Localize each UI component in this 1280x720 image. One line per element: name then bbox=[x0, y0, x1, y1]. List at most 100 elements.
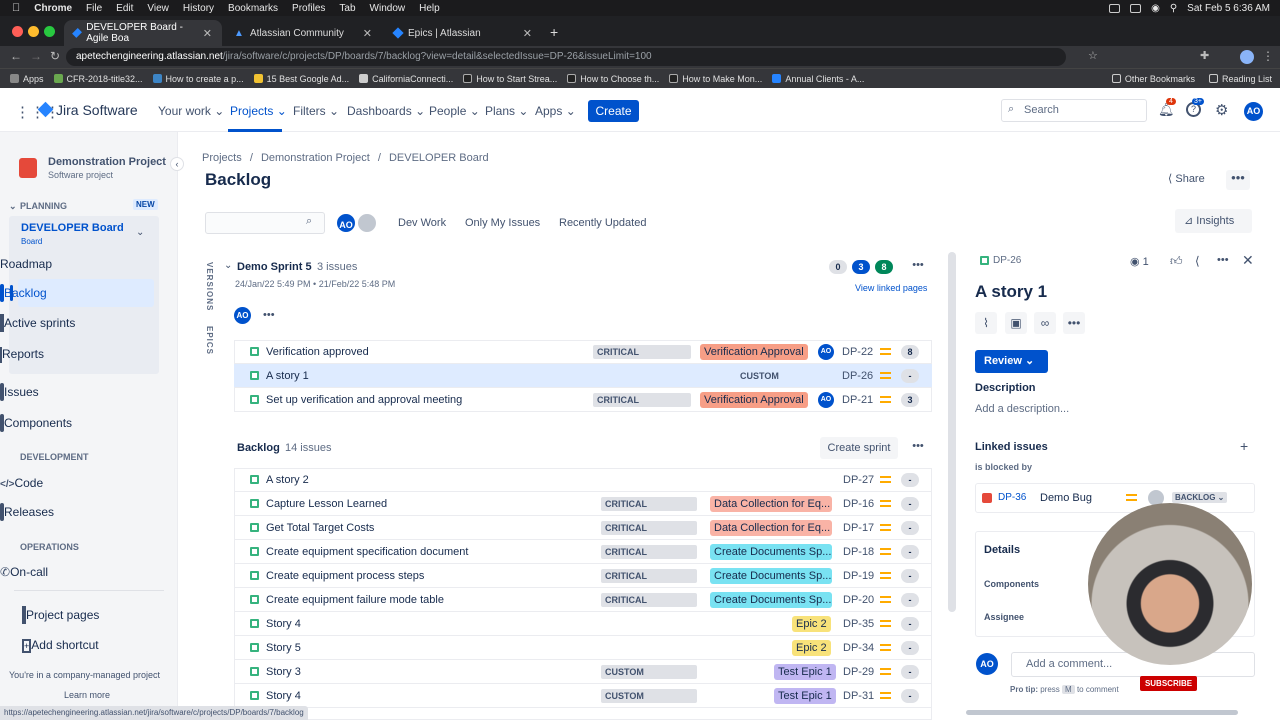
issue-key[interactable]: DP-21 bbox=[842, 394, 873, 406]
project-name[interactable]: Demonstration Project bbox=[48, 156, 166, 168]
issue-epic[interactable]: Test Epic 1 bbox=[774, 688, 836, 704]
nav-people[interactable]: People ⌄ bbox=[429, 104, 480, 118]
issue-title[interactable]: A story 1 bbox=[266, 370, 309, 382]
backlog-issue-row[interactable]: Story 5 Epic 2 DP-34 - bbox=[234, 636, 932, 660]
board-name[interactable]: DEVELOPER Board bbox=[21, 222, 124, 234]
issue-estimate[interactable]: - bbox=[901, 665, 919, 679]
detail-issue-key[interactable]: DP-26 bbox=[993, 255, 1021, 266]
issue-epic[interactable]: Verification Approval bbox=[700, 392, 808, 408]
sprint-issue-row-selected[interactable]: A story 1 CUSTOM SCHOLAR... DP-26 - bbox=[234, 364, 932, 388]
issue-key[interactable]: DP-31 bbox=[843, 690, 874, 702]
sidebar-item-code[interactable]: </>Code bbox=[0, 476, 43, 491]
close-panel-icon[interactable]: ✕ bbox=[1242, 252, 1254, 269]
back-icon[interactable]: ← bbox=[10, 49, 22, 63]
issue-epic[interactable]: Epic 2 bbox=[792, 616, 831, 632]
app-switcher-icon[interactable]: ⋮⋮⋮ bbox=[15, 103, 60, 121]
backlog-issue-row[interactable]: Story 4 Epic 2 DP-35 - bbox=[234, 612, 932, 636]
backlog-issue-row[interactable]: Create equipment process steps CRITICAL F… bbox=[234, 564, 932, 588]
bookmark-item[interactable]: How to create a p... bbox=[152, 74, 244, 84]
status-icon[interactable] bbox=[1130, 3, 1142, 13]
subscribe-button[interactable]: SUBSCRIBE bbox=[1140, 676, 1197, 691]
issue-epic[interactable]: Data Collection for Eq... bbox=[710, 520, 832, 536]
bookmark-apps[interactable]: Apps bbox=[10, 74, 44, 84]
bookmark-item[interactable]: How to Make Mon... bbox=[669, 74, 762, 84]
nav-filters[interactable]: Filters ⌄ bbox=[293, 104, 339, 118]
menu-edit[interactable]: Edit bbox=[116, 3, 133, 14]
status-dropdown[interactable]: Review ⌄ bbox=[975, 350, 1048, 373]
forward-icon[interactable]: → bbox=[30, 49, 42, 63]
backlog-issue-row[interactable]: Capture Lesson Learned CRITICAL FUNCTIO..… bbox=[234, 492, 932, 516]
issue-estimate[interactable]: - bbox=[901, 641, 919, 655]
issue-estimate[interactable]: - bbox=[901, 473, 919, 487]
linked-issue-title[interactable]: Demo Bug bbox=[1040, 492, 1092, 504]
breadcrumb-projects[interactable]: Projects bbox=[202, 152, 242, 164]
planning-chevron-icon[interactable]: ⌄ bbox=[9, 201, 17, 212]
issue-title[interactable]: Capture Lesson Learned bbox=[266, 498, 387, 510]
filter-recently-updated[interactable]: Recently Updated bbox=[553, 213, 652, 233]
issue-key[interactable]: DP-19 bbox=[843, 570, 874, 582]
horizontal-scrollbar[interactable] bbox=[966, 710, 1238, 715]
issue-title[interactable]: A story 2 bbox=[266, 474, 309, 486]
browser-tab-active[interactable]: DEVELOPER Board - Agile Boa ✕ bbox=[64, 20, 222, 46]
menu-file[interactable]: File bbox=[86, 3, 102, 14]
other-bookmarks[interactable]: Other Bookmarks bbox=[1111, 74, 1195, 84]
filter-only-my-issues[interactable]: Only My Issues bbox=[459, 213, 546, 233]
close-window-icon[interactable] bbox=[12, 26, 23, 37]
search-icon[interactable]: ⚲ bbox=[1170, 3, 1177, 14]
menu-history[interactable]: History bbox=[183, 3, 214, 14]
close-tab-icon[interactable]: ✕ bbox=[203, 27, 212, 40]
child-issue-icon[interactable]: ▣ bbox=[1005, 312, 1027, 334]
menu-bookmarks[interactable]: Bookmarks bbox=[228, 3, 278, 14]
minimize-window-icon[interactable] bbox=[28, 26, 39, 37]
issue-epic[interactable]: Create Documents Sp... bbox=[710, 568, 832, 584]
sidebar-item-project-pages[interactable]: Project pages bbox=[22, 606, 99, 624]
issue-epic[interactable]: Data Collection for Eq... bbox=[710, 496, 832, 512]
backlog-issue-row[interactable]: Create equipment failure mode table CRITI… bbox=[234, 588, 932, 612]
wifi-icon[interactable]: ◉ bbox=[1151, 3, 1160, 14]
sidebar-item-issues[interactable]: Issues bbox=[0, 383, 39, 401]
sprint-assignee-avatar[interactable]: AO bbox=[234, 307, 251, 324]
issue-estimate[interactable]: - bbox=[901, 497, 919, 511]
menu-view[interactable]: View bbox=[147, 3, 169, 14]
backlog-issue-row[interactable]: Get Total Target Costs CRITICAL FUNCTIO..… bbox=[234, 516, 932, 540]
description-input[interactable]: Add a description... bbox=[975, 403, 1069, 415]
bookmark-item[interactable]: How to Start Strea... bbox=[463, 74, 557, 84]
chevron-down-icon[interactable]: ⌄ bbox=[224, 260, 232, 271]
filter-dev-work[interactable]: Dev Work bbox=[392, 213, 452, 233]
issue-title[interactable]: Story 3 bbox=[266, 666, 301, 678]
menu-tab[interactable]: Tab bbox=[339, 3, 355, 14]
issue-key[interactable]: DP-16 bbox=[843, 498, 874, 510]
detail-title[interactable]: A story 1 bbox=[975, 282, 1047, 302]
sidebar-item-releases[interactable]: Releases bbox=[0, 503, 54, 521]
issue-estimate[interactable]: - bbox=[901, 569, 919, 583]
issue-title[interactable]: Create equipment failure mode table bbox=[266, 594, 444, 606]
linked-issue-status[interactable]: BACKLOG ⌄ bbox=[1172, 492, 1228, 503]
issue-title[interactable]: Story 4 bbox=[266, 690, 301, 702]
add-link-icon[interactable]: + bbox=[1240, 438, 1248, 454]
issue-key[interactable]: DP-26 bbox=[842, 370, 873, 382]
bookmark-item[interactable]: Annual Clients - A... bbox=[772, 74, 864, 84]
browser-tab[interactable]: Epics | Atlassian ✕ bbox=[384, 20, 542, 46]
backlog-more-icon[interactable]: ••• bbox=[905, 437, 931, 457]
linked-issue-card[interactable]: DP-36 Demo Bug BACKLOG ⌄ bbox=[975, 483, 1255, 513]
new-tab-icon[interactable]: + bbox=[550, 24, 558, 40]
breadcrumb-board[interactable]: DEVELOPER Board bbox=[389, 152, 489, 164]
nav-dashboards[interactable]: Dashboards ⌄ bbox=[347, 104, 425, 118]
menu-window[interactable]: Window bbox=[370, 3, 406, 14]
issue-key[interactable]: DP-17 bbox=[843, 522, 874, 534]
unassigned-avatar-icon[interactable] bbox=[356, 212, 378, 234]
issue-estimate[interactable]: - bbox=[901, 521, 919, 535]
menu-dots-icon[interactable]: ⋮ bbox=[1262, 49, 1274, 63]
apple-icon[interactable]:  bbox=[12, 2, 20, 14]
menu-app-name[interactable]: Chrome bbox=[34, 3, 72, 14]
bookmark-item[interactable]: CaliforniaConnecti... bbox=[359, 74, 453, 84]
jira-logo-text[interactable]: Jira Software bbox=[56, 102, 138, 118]
sprint-issue-row[interactable]: Set up verification and approval meeting… bbox=[234, 388, 932, 412]
sidebar-item-components[interactable]: Components bbox=[0, 414, 72, 432]
versions-panel-tab[interactable]: VERSIONS bbox=[205, 262, 214, 311]
learn-more-link[interactable]: Learn more bbox=[64, 690, 110, 700]
create-button[interactable]: Create bbox=[588, 100, 639, 122]
issue-title[interactable]: Verification approved bbox=[266, 346, 369, 358]
search-input[interactable]: Search bbox=[1001, 99, 1147, 122]
backlog-issue-row[interactable]: A story 2 DP-27 - bbox=[234, 468, 932, 492]
